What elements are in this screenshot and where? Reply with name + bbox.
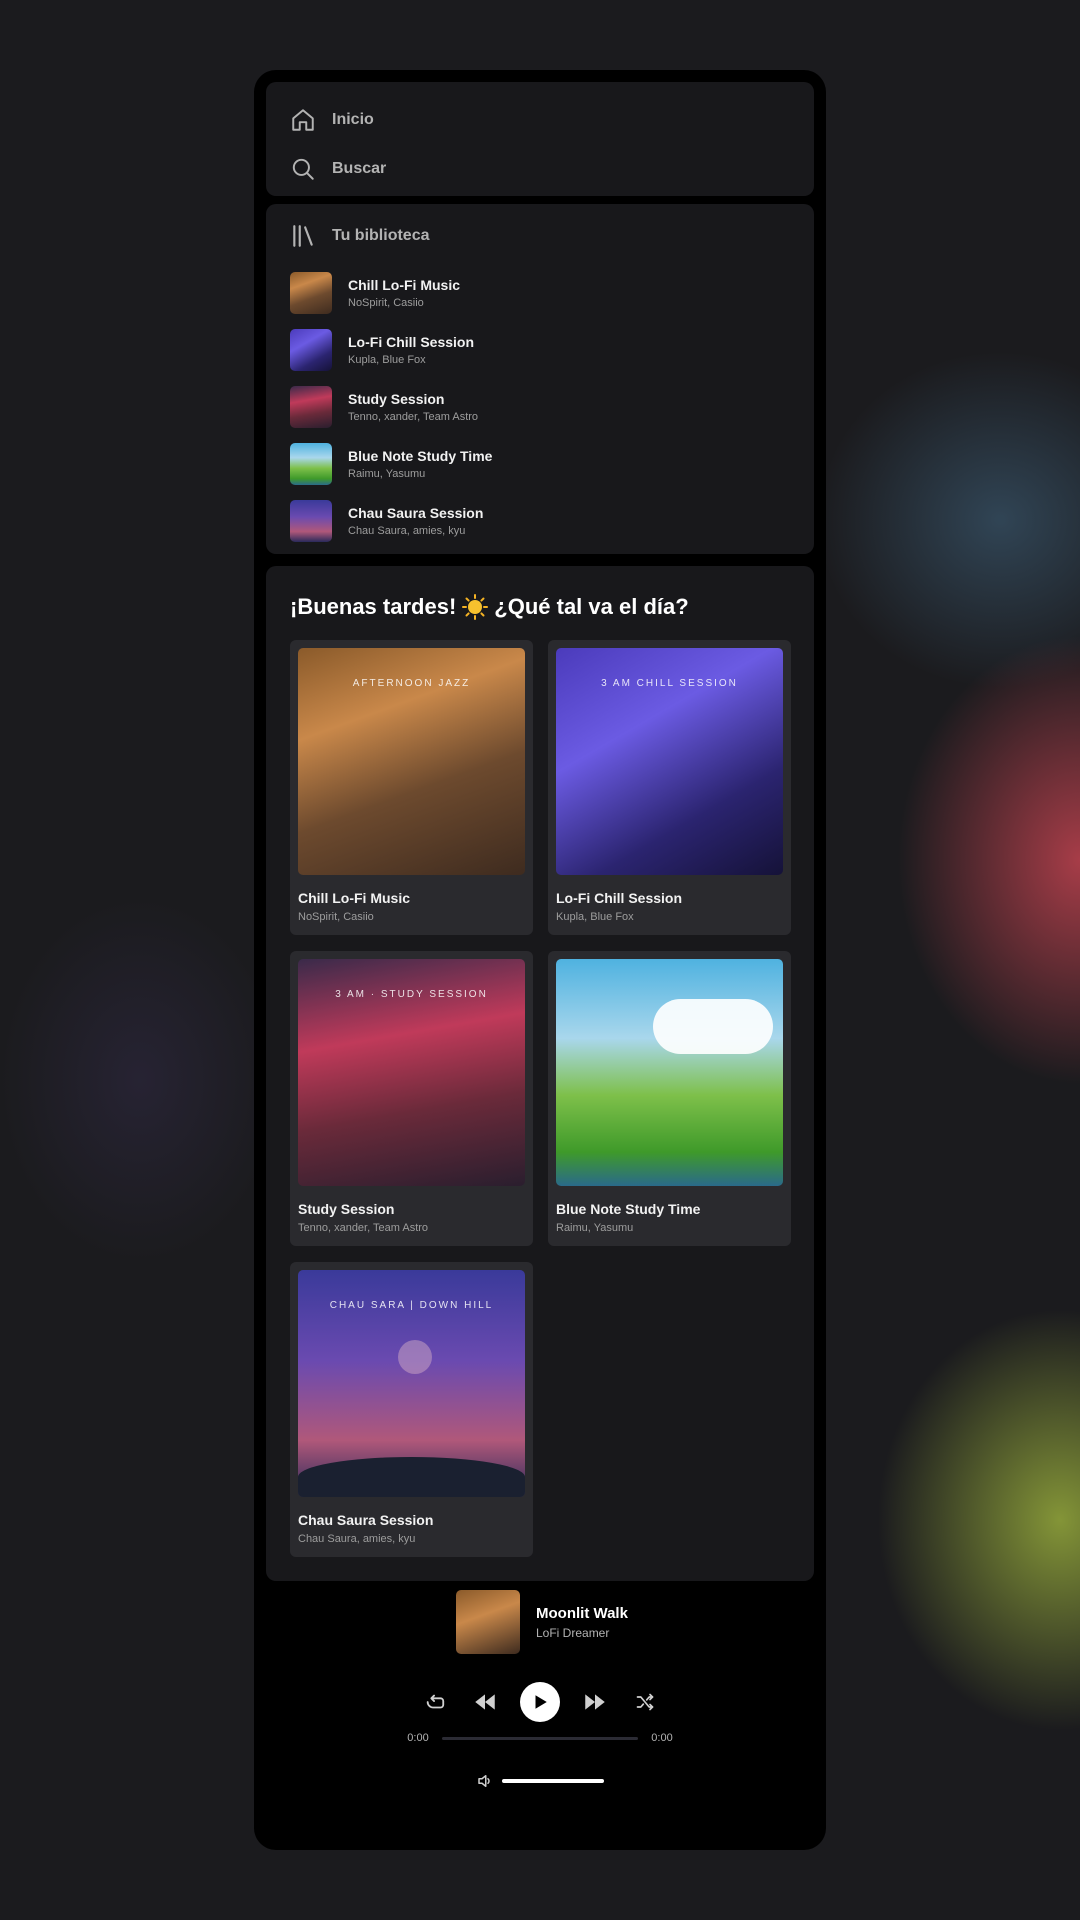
search-icon (292, 158, 314, 180)
playlist-card-subtitle: Raimu, Yasumu (556, 1222, 634, 1234)
cover-title-text: AFTERNOON JAZZ (352, 678, 471, 689)
play-button[interactable] (520, 1682, 560, 1722)
library-item-subtitle: Raimu, Yasumu (348, 467, 426, 480)
library-item-subtitle: NoSpirit, Casiio (348, 296, 424, 309)
library-item[interactable]: Study Session Tenno, xander, Team Astro (290, 378, 790, 435)
library-item[interactable]: Chill Lo-Fi Music NoSpirit, Casiio (290, 264, 790, 321)
repeat-button[interactable] (421, 1688, 449, 1716)
play-icon (535, 1695, 547, 1709)
nav-panel: Inicio Buscar (266, 82, 814, 196)
previous-button[interactable] (471, 1688, 499, 1716)
main-panel: ¡Buenas tardes! ¿Qué tal va el día? AFTE… (266, 566, 814, 1581)
cover-cloud (653, 999, 773, 1054)
playlist-thumbnail (290, 442, 332, 485)
repeat-icon (426, 1694, 445, 1709)
shuffle-button[interactable] (631, 1688, 659, 1716)
cover-title-text: 3 AM CHILL SESSION (601, 678, 738, 689)
nav-home[interactable]: Inicio (290, 100, 790, 140)
playlist-thumbnail (290, 271, 332, 314)
library-item[interactable]: Lo-Fi Chill Session Kupla, Blue Fox (290, 321, 790, 378)
volume-slider[interactable] (502, 1779, 604, 1783)
library-icon (293, 225, 313, 247)
playlist-card[interactable]: Blue Note Study Time Raimu, Yasumu (548, 951, 791, 1246)
playlist-thumbnail (290, 328, 332, 371)
nav-search[interactable]: Buscar (290, 149, 790, 189)
next-button[interactable] (581, 1688, 609, 1716)
library-item-subtitle: Kupla, Blue Fox (348, 353, 426, 366)
library-item-title: Lo-Fi Chill Session (348, 333, 475, 350)
playback-controls (266, 1682, 814, 1722)
playlist-card[interactable]: 3 AM CHILL SESSION Lo-Fi Chill Session K… (548, 640, 791, 935)
playlist-card[interactable]: AFTERNOON JAZZ Chill Lo-Fi Music NoSpiri… (290, 640, 533, 935)
playlist-card-subtitle: Tenno, xander, Team Astro (298, 1222, 429, 1234)
playlist-card-title: Study Session (298, 1201, 395, 1217)
library-header[interactable]: Tu biblioteca (290, 222, 790, 250)
playlist-card[interactable]: CHAU SARA | DOWN HILL Chau Saura Session… (290, 1262, 533, 1557)
library-item[interactable]: Chau Saura Session Chau Saura, amies, ky… (290, 492, 790, 549)
library-item-title: Chau Saura Session (348, 504, 484, 521)
library-title: Tu biblioteca (332, 227, 430, 244)
playlist-cover: 3 AM CHILL SESSION (556, 648, 783, 875)
playlist-cover: 3 AM · STUDY SESSION (298, 959, 525, 1186)
greeting-question: ¿Qué tal va el día? (494, 594, 689, 619)
playlist-card[interactable]: 3 AM · STUDY SESSION Study Session Tenno… (290, 951, 533, 1246)
playlist-card-subtitle: Chau Saura, amies, kyu (298, 1533, 416, 1545)
playlist-thumbnail (290, 499, 332, 542)
volume-icon[interactable] (476, 1772, 494, 1790)
volume-row (266, 1772, 814, 1790)
elapsed-time: 0:00 (407, 1732, 429, 1744)
cover-title-text: CHAU SARA | DOWN HILL (329, 1300, 494, 1311)
track-title: Moonlit Walk (536, 1604, 628, 1622)
playlist-card-subtitle: Kupla, Blue Fox (556, 911, 634, 923)
playlist-card-title: Blue Note Study Time (556, 1201, 701, 1217)
progress-row: 0:00 0:00 (266, 1732, 814, 1744)
greeting-text: ¡Buenas tardes! (290, 594, 457, 619)
cover-moon (398, 1340, 432, 1374)
rewind-icon (475, 1694, 495, 1710)
playlist-cover: CHAU SARA | DOWN HILL (298, 1270, 525, 1497)
library-item-subtitle: Chau Saura, amies, kyu (348, 524, 466, 537)
progress-bar[interactable] (442, 1736, 638, 1740)
playlist-card-title: Chill Lo-Fi Music (298, 890, 410, 906)
playlist-grid: AFTERNOON JAZZ Chill Lo-Fi Music NoSpiri… (290, 640, 791, 1557)
library-item-subtitle: Tenno, xander, Team Astro (348, 410, 479, 423)
now-playing[interactable]: Moonlit Walk LoFi Dreamer (456, 1590, 628, 1654)
library-panel: Tu biblioteca Chill Lo-Fi Music NoSpirit… (266, 204, 814, 554)
library-item[interactable]: Blue Note Study Time Raimu, Yasumu (290, 435, 790, 492)
cover-hill (298, 1457, 525, 1497)
nav-home-label: Inicio (332, 111, 374, 128)
library-item-title: Study Session (348, 390, 445, 407)
now-playing-cover (456, 1590, 520, 1654)
library-item-title: Chill Lo-Fi Music (348, 276, 460, 293)
library-item-title: Blue Note Study Time (348, 447, 493, 464)
playlist-card-subtitle: NoSpirit, Casiio (298, 911, 374, 923)
playlist-thumbnail (290, 385, 332, 428)
playlist-cover: AFTERNOON JAZZ (298, 648, 525, 875)
playlist-card-title: Chau Saura Session (298, 1512, 434, 1528)
home-icon (292, 109, 314, 131)
total-time: 0:00 (651, 1732, 673, 1744)
app-window: Inicio Buscar Tu biblioteca Chill Lo-Fi … (254, 70, 826, 1850)
greeting-heading: ¡Buenas tardes! ¿Qué tal va el día? (290, 590, 790, 624)
player-bar: Moonlit Walk LoFi Dreamer 0:00 0:00 (266, 1582, 814, 1838)
nav-search-label: Buscar (332, 160, 387, 177)
fast-forward-icon (585, 1694, 605, 1710)
cover-title-text: 3 AM · STUDY SESSION (335, 989, 488, 1000)
shuffle-icon (636, 1693, 654, 1711)
playlist-card-title: Lo-Fi Chill Session (556, 890, 683, 906)
playlist-cover (556, 959, 783, 1186)
track-artist: LoFi Dreamer (536, 1625, 610, 1640)
sun-icon (462, 594, 489, 620)
